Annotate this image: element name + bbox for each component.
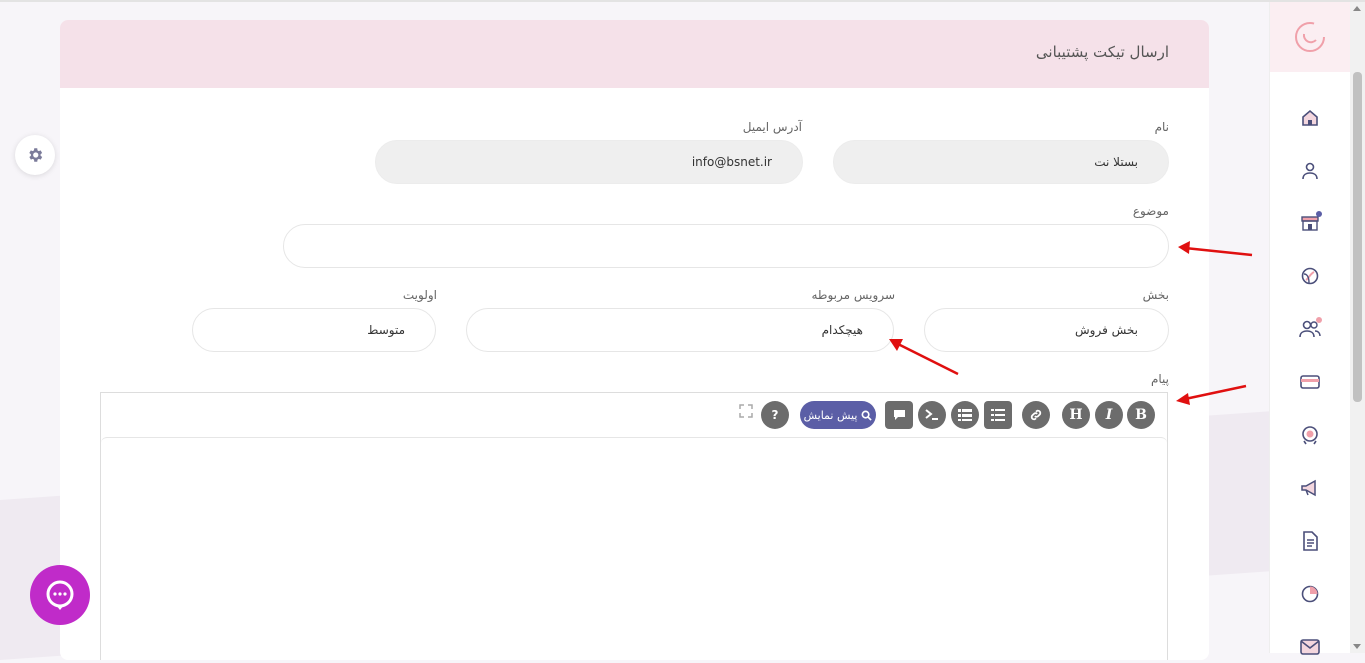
subject-input[interactable] [283,224,1169,268]
help-button[interactable]: ? [761,401,789,429]
preview-label: پیش نمایش [803,408,858,422]
italic-button[interactable]: I [1095,401,1123,429]
settings-button[interactable] [15,135,55,175]
sidebar-item-store[interactable] [1294,207,1326,239]
heading-button[interactable]: H [1062,401,1090,429]
bold-label: B [1135,407,1147,423]
sidebar-item-domains[interactable] [1294,260,1326,292]
scroll-thumb[interactable] [1353,72,1362,402]
search-icon [861,410,873,421]
message-editor: B I H پیش نمایش ? [100,392,1168,660]
user-icon [1302,162,1318,180]
email-field[interactable]: info@bsnet.ir [375,140,803,184]
fullscreen-button[interactable] [739,403,753,418]
message-textarea[interactable] [101,437,1167,660]
sidebar-item-affiliates[interactable] [1294,313,1326,345]
arrow-service [889,339,959,376]
sidebar-item-home[interactable] [1294,102,1326,134]
gear-icon [29,148,43,162]
priority-select[interactable]: متوسط [192,308,436,352]
scrollbar[interactable] [1350,2,1365,653]
department-label: بخش [1142,288,1169,302]
service-label: سرویس مربوطه [811,288,896,302]
service-value: هیچکدام [821,323,863,337]
sidebar-item-billing[interactable] [1294,366,1326,398]
ordered-list-icon [958,409,972,421]
megaphone-icon [1301,479,1316,497]
service-select[interactable]: هیچکدام [466,308,894,352]
help-label: ? [771,408,779,422]
support-icon [1302,426,1318,445]
sidebar-item-profile[interactable] [1294,155,1326,187]
heading-label: H [1069,407,1083,423]
comment-icon [893,410,905,420]
unordered-list-button[interactable] [984,401,1012,429]
priority-label: اولویت [402,288,437,302]
italic-label: I [1105,407,1113,423]
document-icon [1303,531,1318,551]
sidebar-item-support[interactable] [1294,419,1326,451]
page-title: ارسال تیکت پشتیبانی [1035,43,1169,61]
sidebar-item-messages[interactable] [1294,631,1326,663]
preview-button[interactable]: پیش نمایش [800,401,876,429]
expand-icon [739,404,753,418]
pie-chart-icon [1301,585,1319,603]
ticket-card: ارسال تیکت پشتیبانی نام بستلا نت آدرس ای… [60,20,1209,660]
affiliates-badge [1316,317,1322,323]
arrow-subject [1178,241,1253,257]
logo-icon [1295,22,1325,52]
sidebar-item-knowledgebase[interactable] [1294,525,1326,557]
card-header: ارسال تیکت پشتیبانی [60,20,1209,88]
link-icon [1030,409,1042,421]
message-label: پیام [1150,372,1169,386]
name-field[interactable]: بستلا نت [833,140,1169,184]
name-value: بستلا نت [1094,155,1138,169]
code-button[interactable] [918,401,946,429]
terminal-icon [925,409,938,420]
list-icon [991,409,1005,421]
sidebar-item-announcements[interactable] [1294,472,1326,504]
top-border [0,0,1365,2]
globe-icon [1301,267,1319,285]
card-icon [1300,375,1320,389]
sidebar [1269,2,1350,655]
scroll-up-arrow[interactable] [1353,6,1361,11]
subject-label: موضوع [1132,204,1169,218]
chat-icon [46,580,74,610]
name-label: نام [1154,120,1169,134]
store-badge [1316,211,1322,217]
arrow-message [1176,384,1247,405]
ordered-list-button[interactable] [951,401,979,429]
priority-value: متوسط [367,323,405,337]
scroll-down-arrow[interactable] [1353,644,1361,649]
email-value: info@bsnet.ir [691,155,772,169]
quote-button[interactable] [885,401,913,429]
department-value: بخش فروش [1075,323,1138,337]
logo[interactable] [1270,2,1350,72]
link-button[interactable] [1022,401,1050,429]
sidebar-item-reports[interactable] [1294,578,1326,610]
email-label: آدرس ایمیل [742,120,802,134]
chat-button[interactable] [30,565,90,625]
home-icon [1302,109,1318,126]
bold-button[interactable]: B [1127,401,1155,429]
